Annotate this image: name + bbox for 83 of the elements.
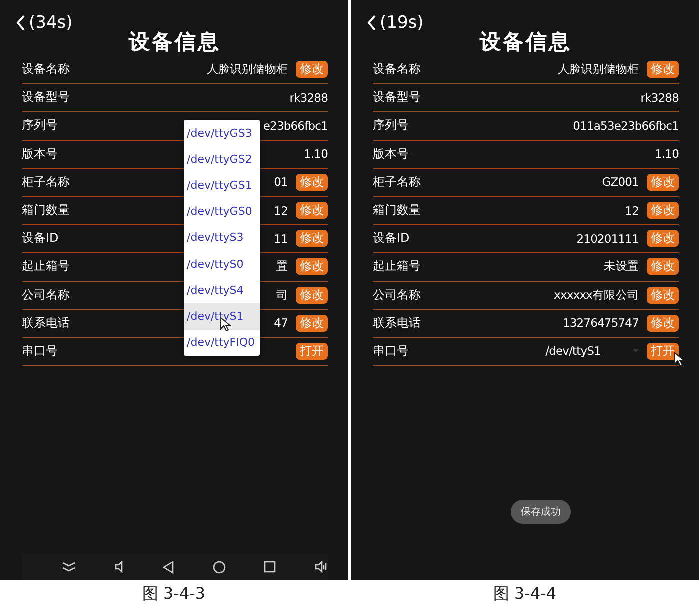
field-value: 置 — [276, 259, 288, 274]
field-value: xxxxxx有限公司 — [554, 288, 639, 303]
dropdown-item[interactable]: /dev/ttyS3 — [184, 224, 260, 251]
dropdown-item[interactable]: /dev/ttyGS3 — [184, 120, 260, 146]
dropdown-item[interactable]: /dev/ttyFIQ0 — [184, 330, 260, 356]
field-label: 版本号 — [22, 146, 58, 163]
caret-down-icon — [633, 349, 639, 354]
figure-caption: 图 3-4-3 — [142, 584, 206, 605]
field-label: 柜子名称 — [373, 174, 421, 191]
action-button[interactable]: 打开 — [296, 342, 328, 360]
action-button[interactable]: 修改 — [647, 286, 679, 304]
dropdown-item[interactable]: /dev/ttyS1 — [184, 303, 260, 330]
action-button[interactable]: 修改 — [296, 286, 328, 304]
field-label: 起止箱号 — [373, 258, 421, 276]
field-label: 设备名称 — [22, 61, 70, 78]
action-button[interactable]: 修改 — [647, 258, 679, 276]
field-label: 起止箱号 — [22, 258, 70, 276]
field-label: 联系电话 — [22, 314, 70, 332]
field-label: 版本号 — [373, 146, 409, 163]
field-label: 箱门数量 — [22, 202, 70, 220]
action-button[interactable]: 修改 — [296, 230, 328, 248]
field-value: 13276475747 — [562, 316, 639, 330]
dropdown-item[interactable]: /dev/ttyGS1 — [184, 172, 260, 199]
back-icon[interactable] — [163, 560, 174, 574]
chevron-left-icon[interactable] — [16, 15, 26, 31]
volume-up-icon[interactable] — [314, 561, 328, 573]
figure-caption: 图 3-4-4 — [493, 584, 557, 605]
field-value: rk3288 — [640, 90, 679, 105]
dropdown-item[interactable]: /dev/ttyS4 — [184, 277, 260, 304]
recents-icon[interactable] — [264, 561, 276, 573]
field-label: 序列号 — [22, 117, 58, 134]
field-label: 设备型号 — [373, 89, 421, 106]
action-button[interactable]: 修改 — [647, 230, 679, 248]
field-label: 公司名称 — [373, 286, 421, 304]
screen-title: 设备信息 — [129, 29, 221, 56]
field-value: 1.10 — [304, 147, 328, 162]
dropdown-item[interactable]: /dev/ttyS0 — [184, 250, 260, 278]
field-value: 司 — [276, 288, 288, 303]
action-button[interactable]: 修改 — [296, 258, 328, 276]
volume-down-icon[interactable] — [114, 561, 125, 573]
action-button[interactable]: 修改 — [647, 61, 679, 78]
field-value: e23b66fbc1 — [263, 118, 328, 133]
back-button[interactable]: (19s) — [367, 12, 424, 34]
toast-message: 保存成功 — [511, 500, 571, 524]
field-label: 箱门数量 — [373, 202, 421, 220]
action-button[interactable]: 修改 — [296, 314, 328, 332]
field-value: 未设置 — [604, 259, 639, 274]
field-value: 011a53e23b66fbc1 — [573, 118, 679, 133]
action-button[interactable]: 修改 — [647, 202, 679, 220]
field-value: 47 — [274, 316, 288, 330]
field-label: 设备型号 — [22, 89, 70, 106]
back-button[interactable]: (34s) — [16, 12, 73, 34]
action-button[interactable]: 修改 — [296, 174, 328, 191]
field-value: 人脸识别储物柜 — [558, 62, 639, 78]
action-button[interactable]: 修改 — [296, 61, 328, 78]
field-label: 串口号 — [373, 342, 409, 360]
dropdown-item[interactable]: /dev/ttyGS0 — [184, 198, 260, 225]
field-label: 串口号 — [22, 342, 58, 360]
action-button[interactable]: 修改 — [296, 202, 328, 220]
dropdown-item[interactable]: /dev/ttyGS2 — [184, 146, 260, 172]
field-value: GZ001 — [602, 175, 639, 190]
home-icon[interactable] — [212, 560, 226, 574]
field-label: 序列号 — [373, 117, 409, 134]
field-value: 210201111 — [576, 232, 639, 246]
field-value: 12 — [625, 204, 639, 218]
field-label: 设备ID — [22, 230, 59, 248]
field-value: 1.10 — [654, 147, 679, 162]
chevron-left-icon[interactable] — [367, 15, 377, 31]
chevrons-down-icon[interactable] — [62, 562, 76, 572]
field-value: 12 — [274, 204, 288, 218]
screen-title: 设备信息 — [480, 29, 572, 56]
field-label: 设备名称 — [373, 61, 421, 78]
field-value: rk3288 — [290, 90, 328, 105]
field-label: 联系电话 — [373, 314, 421, 332]
field-label: 设备ID — [373, 230, 410, 248]
field-value: /dev/ttyS1 — [546, 344, 601, 358]
action-button[interactable]: 修改 — [647, 174, 679, 191]
action-button[interactable]: 修改 — [647, 314, 679, 332]
field-label: 柜子名称 — [22, 174, 70, 191]
field-value: 01 — [274, 175, 288, 190]
field-value: 11 — [274, 232, 288, 246]
field-label: 公司名称 — [22, 286, 70, 304]
field-value: 人脸识别储物柜 — [206, 62, 288, 78]
